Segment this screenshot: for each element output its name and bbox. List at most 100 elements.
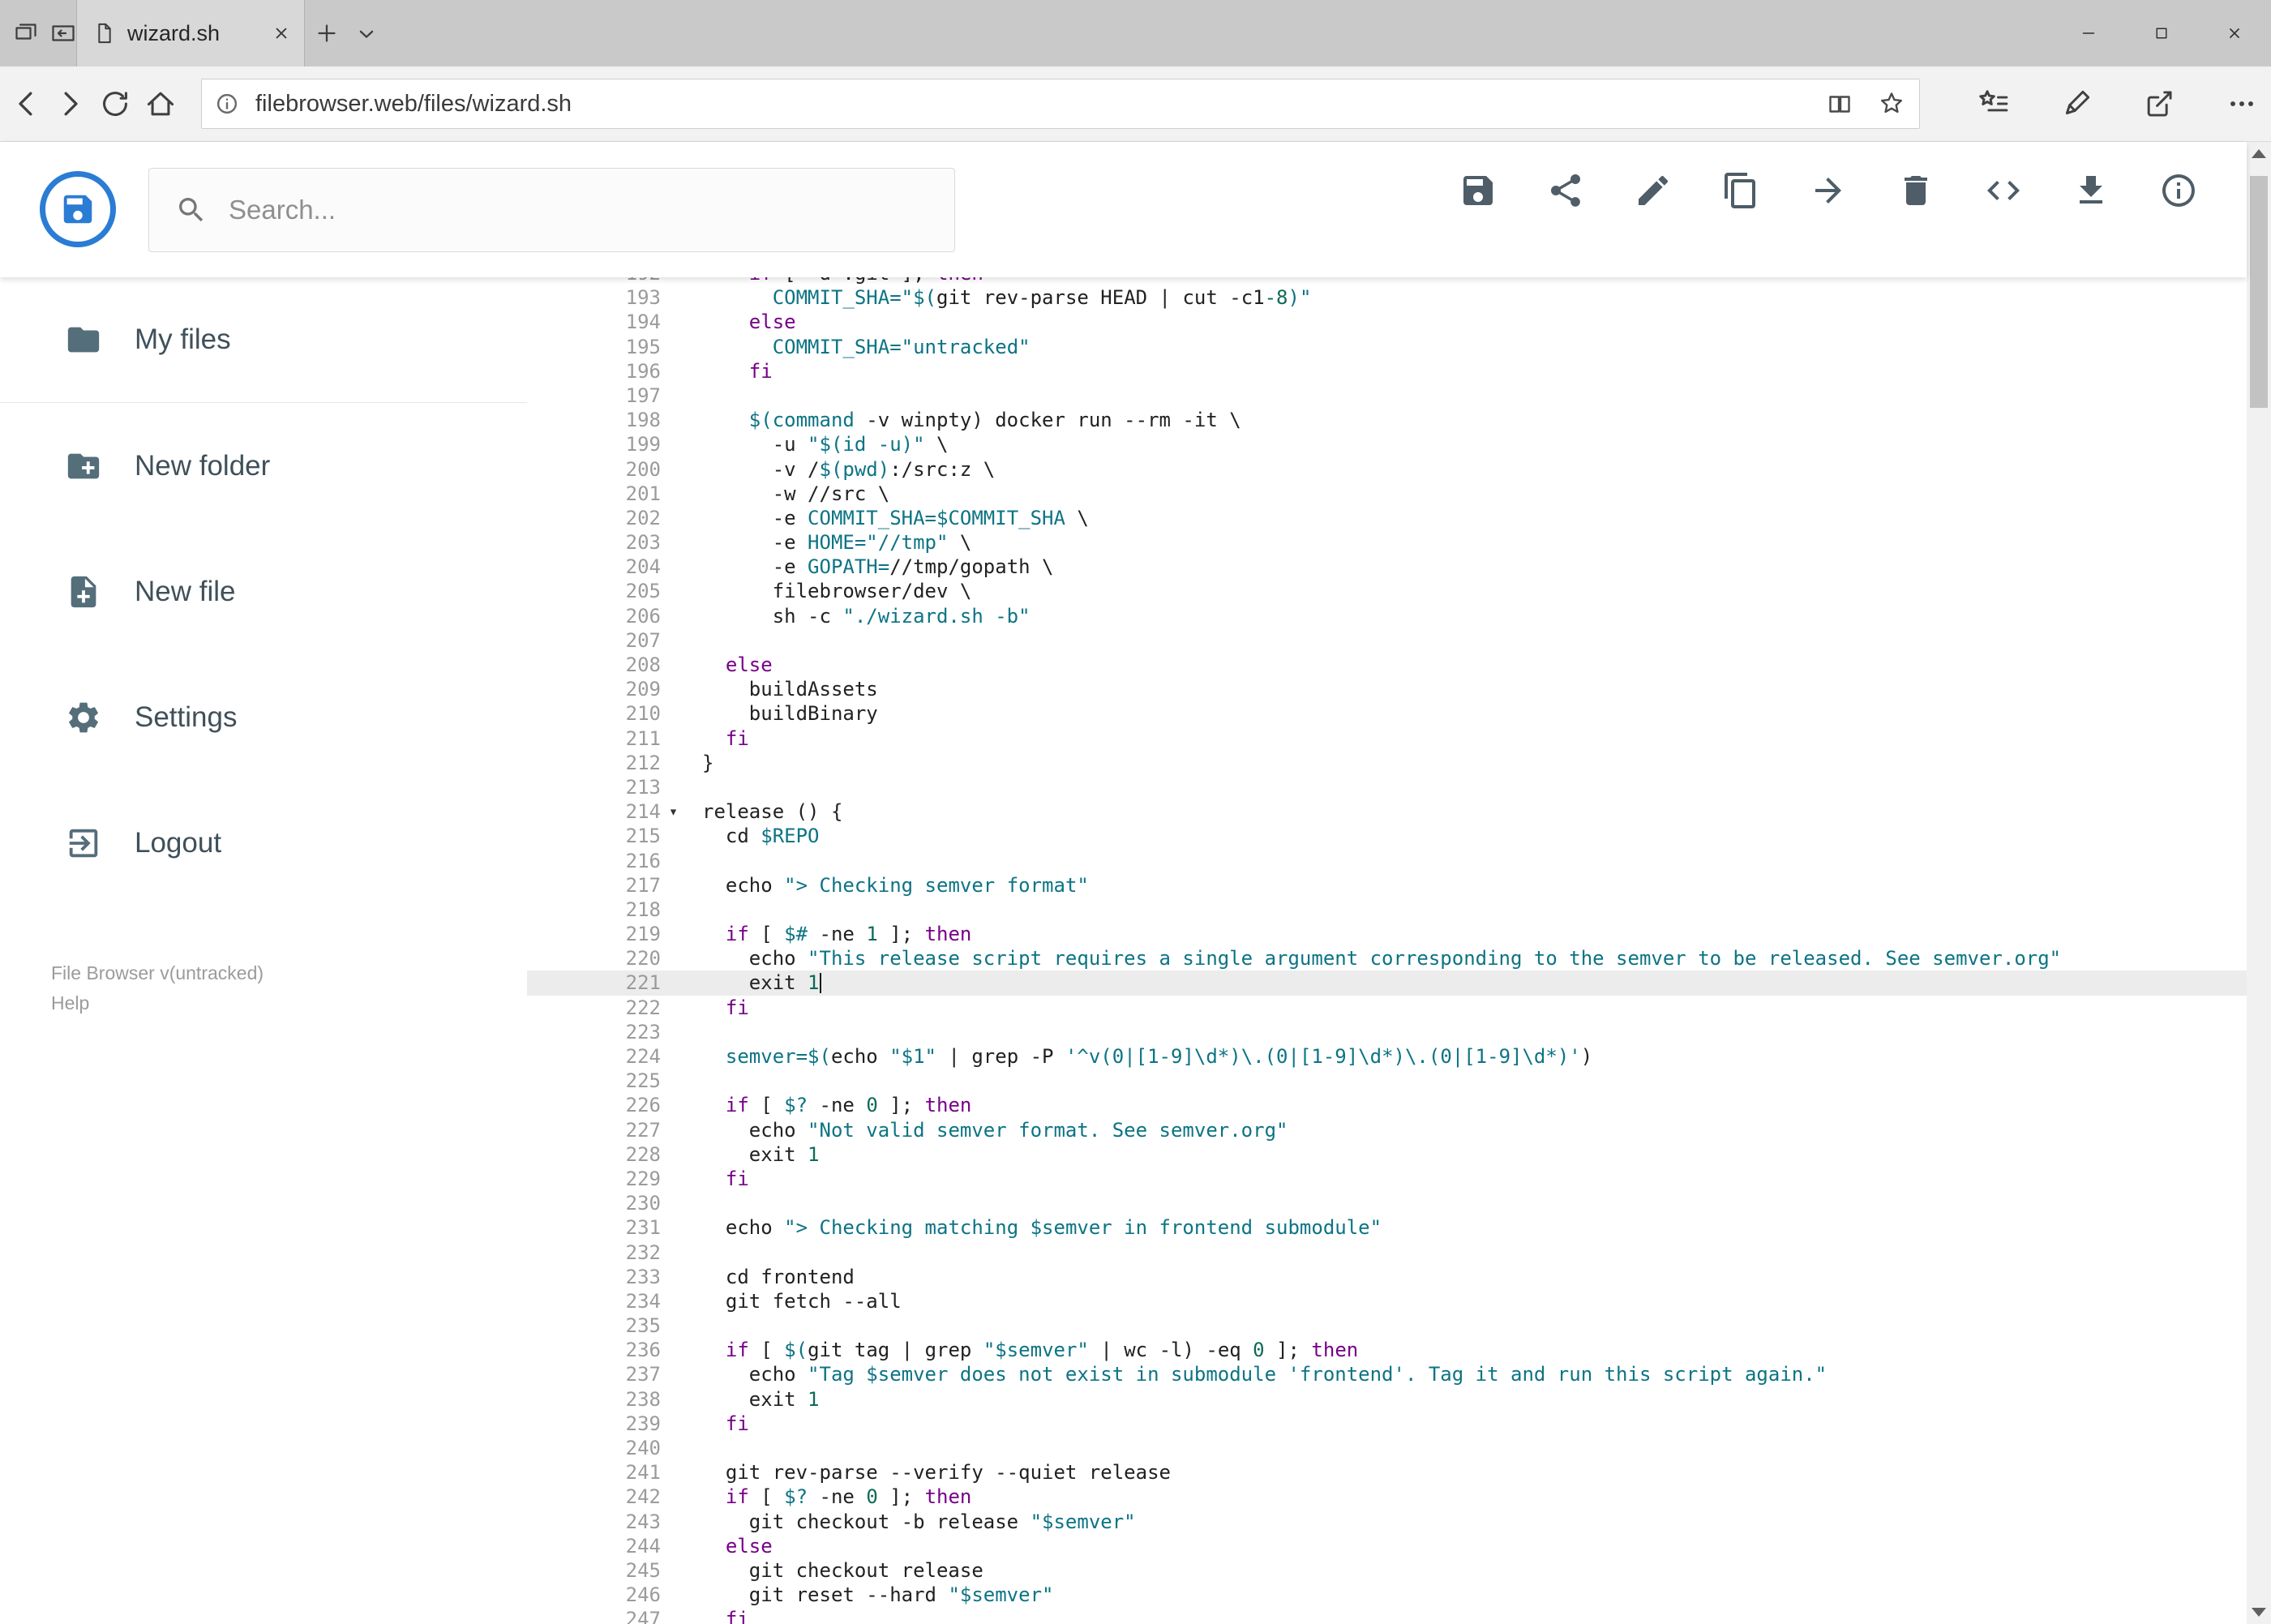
rename-button[interactable] — [1634, 171, 1673, 210]
code-line-200[interactable]: 200 -v /$(pwd):/src:z \ — [527, 457, 2247, 482]
web-note-icon[interactable] — [2059, 86, 2094, 122]
save-button[interactable] — [1459, 171, 1498, 210]
code-line-222[interactable]: 222 fi — [527, 996, 2247, 1020]
code-line-230[interactable]: 230 — [527, 1191, 2247, 1215]
site-info-icon[interactable] — [213, 90, 241, 118]
code-line-206[interactable]: 206 sh -c "./wizard.sh -b" — [527, 604, 2247, 628]
code-line-243[interactable]: 243 git checkout -b release "$semver" — [527, 1510, 2247, 1534]
code-line-204[interactable]: 204 -e GOPATH=//tmp/gopath \ — [527, 555, 2247, 579]
code-line-215[interactable]: 215 cd $REPO — [527, 824, 2247, 848]
code-line-218[interactable]: 218 — [527, 898, 2247, 922]
code-line-236[interactable]: 236 if [ $(git tag | grep "$semver" | wc… — [527, 1338, 2247, 1362]
code-line-244[interactable]: 244 else — [527, 1534, 2247, 1558]
code-line-237[interactable]: 237 echo "Tag $semver does not exist in … — [527, 1362, 2247, 1386]
code-line-212[interactable]: 212} — [527, 751, 2247, 775]
tab-preview-icon[interactable] — [11, 19, 41, 48]
maximize-button[interactable] — [2125, 0, 2198, 66]
code-line-202[interactable]: 202 -e COMMIT_SHA=$COMMIT_SHA \ — [527, 506, 2247, 530]
sidebar-item-new-file[interactable]: New file — [0, 529, 527, 654]
code-line-220[interactable]: 220 echo "This release script requires a… — [527, 946, 2247, 971]
code-line-246[interactable]: 246 git reset --hard "$semver" — [527, 1583, 2247, 1607]
search-box[interactable] — [148, 168, 955, 252]
minimize-button[interactable] — [2052, 0, 2125, 66]
code-line-192[interactable]: 192 if [ -d .git ]; then — [527, 277, 2247, 285]
code-line-233[interactable]: 233 cd frontend — [527, 1265, 2247, 1289]
code-line-225[interactable]: 225 — [527, 1069, 2247, 1093]
code-line-219[interactable]: 219 if [ $# -ne 1 ]; then — [527, 922, 2247, 946]
sidebar-item-new-folder[interactable]: New folder — [0, 403, 527, 529]
more-options-icon[interactable] — [2224, 86, 2260, 122]
code-line-209[interactable]: 209 buildAssets — [527, 677, 2247, 701]
code-line-228[interactable]: 228 exit 1 — [527, 1142, 2247, 1167]
info-button[interactable] — [2159, 171, 2198, 210]
code-line-227[interactable]: 227 echo "Not valid semver format. See s… — [527, 1118, 2247, 1142]
share-button[interactable] — [1546, 171, 1585, 210]
sidebar-item-settings[interactable]: Settings — [0, 654, 527, 780]
code-line-214[interactable]: 214 ▾ release () { — [527, 799, 2247, 824]
download-button[interactable] — [2072, 171, 2110, 210]
copy-button[interactable] — [1721, 171, 1760, 210]
scroll-down-icon[interactable] — [2252, 1608, 2266, 1617]
code-line-193[interactable]: 193 COMMIT_SHA="$(git rev-parse HEAD | c… — [527, 285, 2247, 310]
scrollbar-thumb[interactable] — [2250, 176, 2268, 408]
favorite-star-icon[interactable] — [1877, 89, 1906, 118]
address-bar[interactable]: filebrowser.web/files/wizard.sh — [201, 79, 1920, 129]
code-line-199[interactable]: 199 -u "$(id -u)" \ — [527, 432, 2247, 456]
delete-button[interactable] — [1896, 171, 1935, 210]
code-line-207[interactable]: 207 — [527, 628, 2247, 653]
code-line-235[interactable]: 235 — [527, 1313, 2247, 1338]
sidebar-item-logout[interactable]: Logout — [0, 780, 527, 906]
sidebar-item-my-files[interactable]: My files — [0, 277, 527, 403]
tab-list-chevron-icon[interactable] — [354, 21, 379, 47]
code-line-205[interactable]: 205 filebrowser/dev \ — [527, 579, 2247, 603]
code-line-217[interactable]: 217 echo "> Checking semver format" — [527, 873, 2247, 898]
filebrowser-logo[interactable] — [40, 171, 116, 247]
code-editor[interactable]: 192 if [ -d .git ]; then193 COMMIT_SHA="… — [527, 277, 2247, 1624]
code-line-216[interactable]: 216 — [527, 849, 2247, 873]
code-line-197[interactable]: 197 — [527, 384, 2247, 408]
code-line-210[interactable]: 210 buildBinary — [527, 701, 2247, 726]
code-line-196[interactable]: 196 fi — [527, 359, 2247, 384]
close-window-button[interactable] — [2198, 0, 2271, 66]
back-button[interactable] — [9, 87, 43, 121]
code-line-231[interactable]: 231 echo "> Checking matching $semver in… — [527, 1215, 2247, 1240]
code-line-247[interactable]: 247 fi — [527, 1607, 2247, 1624]
tab-close-icon[interactable] — [270, 22, 293, 45]
code-line-239[interactable]: 239 fi — [527, 1412, 2247, 1436]
code-line-242[interactable]: 242 if [ $? -ne 0 ]; then — [527, 1485, 2247, 1509]
code-line-238[interactable]: 238 exit 1 — [527, 1387, 2247, 1412]
code-line-203[interactable]: 203 -e HOME="//tmp" \ — [527, 530, 2247, 555]
code-line-211[interactable]: 211 fi — [527, 726, 2247, 751]
refresh-button[interactable] — [98, 87, 132, 121]
code-line-223[interactable]: 223 — [527, 1020, 2247, 1044]
favorites-hub-icon[interactable] — [1976, 86, 2012, 122]
fold-marker-icon[interactable]: ▾ — [661, 799, 686, 824]
code-line-213[interactable]: 213 — [527, 775, 2247, 799]
code-line-208[interactable]: 208 else — [527, 653, 2247, 677]
code-line-221[interactable]: 221 exit 1 — [527, 971, 2247, 996]
code-line-234[interactable]: 234 git fetch --all — [527, 1289, 2247, 1313]
page-scrollbar[interactable] — [2247, 142, 2271, 1624]
code-line-245[interactable]: 245 git checkout release — [527, 1558, 2247, 1583]
forward-button[interactable] — [54, 87, 88, 121]
set-tabs-aside-icon[interactable] — [49, 19, 78, 48]
code-line-229[interactable]: 229 fi — [527, 1167, 2247, 1191]
scroll-up-icon[interactable] — [2252, 149, 2266, 158]
code-line-194[interactable]: 194 else — [527, 310, 2247, 334]
move-button[interactable] — [1809, 171, 1848, 210]
home-button[interactable] — [144, 87, 178, 121]
code-line-195[interactable]: 195 COMMIT_SHA="untracked" — [527, 335, 2247, 359]
search-input[interactable] — [227, 194, 895, 226]
code-line-232[interactable]: 232 — [527, 1240, 2247, 1265]
switch-view-button[interactable] — [1984, 171, 2023, 210]
code-line-224[interactable]: 224 semver=$(echo "$1" | grep -P '^v(0|[… — [527, 1044, 2247, 1069]
code-line-240[interactable]: 240 — [527, 1436, 2247, 1460]
share-page-icon[interactable] — [2141, 86, 2177, 122]
code-line-241[interactable]: 241 git rev-parse --verify --quiet relea… — [527, 1460, 2247, 1485]
code-line-201[interactable]: 201 -w //src \ — [527, 482, 2247, 506]
reading-view-icon[interactable] — [1825, 89, 1854, 118]
browser-tab[interactable]: wizard.sh — [76, 0, 305, 66]
new-tab-button[interactable] — [313, 19, 341, 47]
code-line-198[interactable]: 198 $(command -v winpty) docker run --rm… — [527, 408, 2247, 432]
code-line-226[interactable]: 226 if [ $? -ne 0 ]; then — [527, 1093, 2247, 1117]
